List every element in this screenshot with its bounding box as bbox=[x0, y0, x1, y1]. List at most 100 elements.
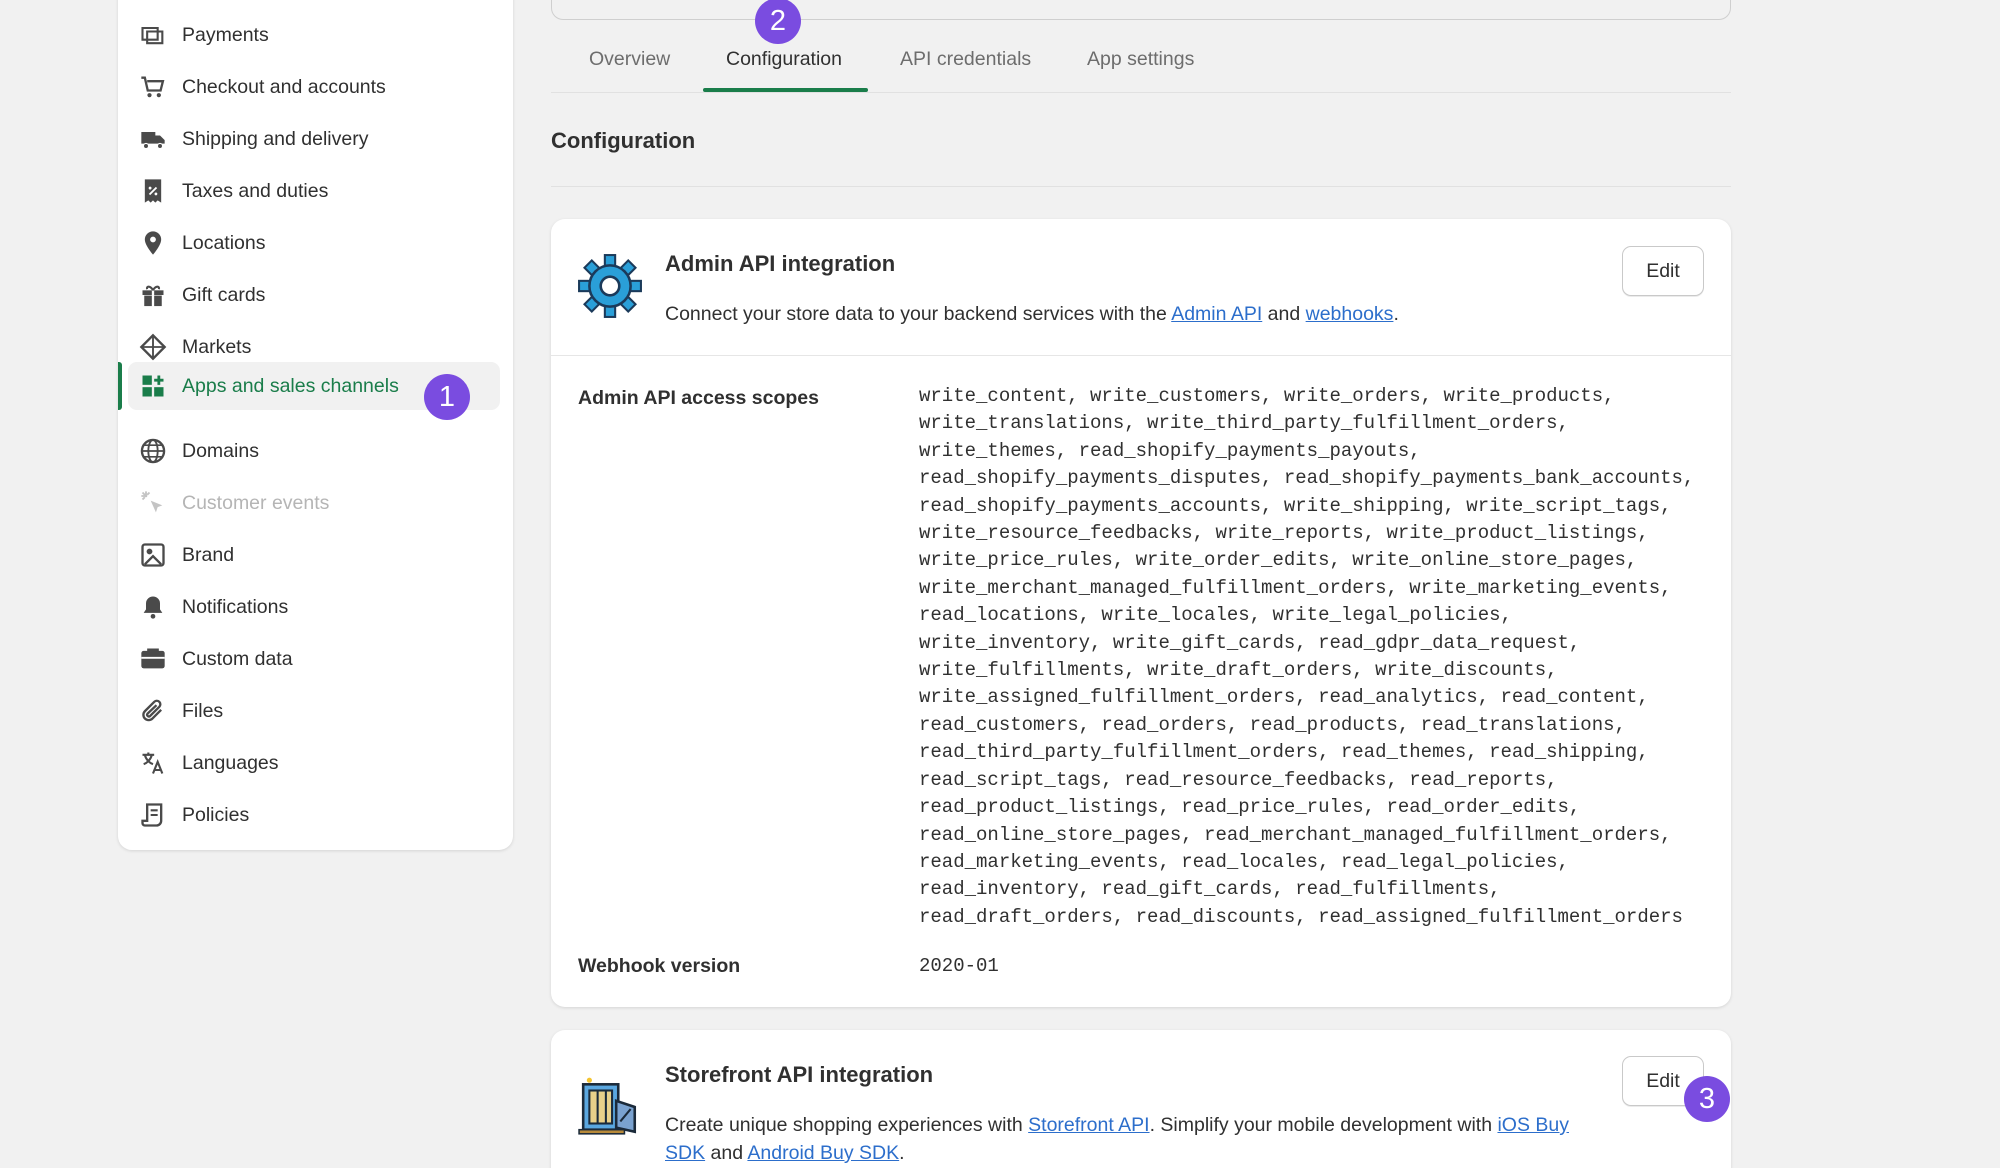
scope-line: read_shopify_payments_accounts, write_sh… bbox=[919, 494, 1672, 517]
scope-line: read_draft_orders, read_discounts, read_… bbox=[919, 905, 1683, 928]
payments-icon bbox=[138, 20, 168, 50]
truck-icon bbox=[138, 124, 168, 154]
scope-line: write_themes, read_shopify_payments_payo… bbox=[919, 439, 1421, 462]
sidebar-item-label: Files bbox=[182, 699, 224, 722]
active-indicator bbox=[118, 362, 122, 410]
step-badge-1: 1 bbox=[424, 374, 470, 420]
sidebar-item-checkout[interactable]: Checkout and accounts bbox=[128, 63, 500, 111]
sidebar-item-files[interactable]: Files bbox=[128, 687, 500, 735]
card-title: Storefront API integration bbox=[665, 1062, 934, 1087]
scope-line: write_assigned_fulfillment_orders, read_… bbox=[919, 686, 1649, 709]
access-scopes-label: Admin API access scopes bbox=[578, 387, 819, 409]
scope-line: read_third_party_fulfillment_orders, rea… bbox=[919, 741, 1649, 764]
sidebar-item-payments[interactable]: Payments bbox=[128, 11, 500, 59]
sidebar-item-customer-events[interactable]: Customer events bbox=[128, 479, 500, 527]
scope-line: read_inventory, read_gift_cards, read_fu… bbox=[919, 878, 1501, 901]
policy-scroll-icon bbox=[138, 800, 168, 830]
access-scopes-list: write_content, write_customers, write_or… bbox=[919, 383, 1719, 931]
tab-api-credentials[interactable]: API credentials bbox=[900, 48, 1031, 71]
card-title: Admin API integration bbox=[665, 251, 896, 276]
sidebar-item-label: Custom data bbox=[182, 647, 293, 670]
sidebar-item-policies[interactable]: Policies bbox=[128, 791, 500, 839]
scope-line: read_customers, read_orders, read_produc… bbox=[919, 713, 1626, 736]
sidebar-item-custom-data[interactable]: Custom data bbox=[128, 635, 500, 683]
desc-text: and bbox=[705, 1142, 748, 1164]
sidebar-item-gift-cards[interactable]: Gift cards bbox=[128, 271, 500, 319]
cart-icon bbox=[138, 72, 168, 102]
sidebar-item-label: Markets bbox=[182, 335, 252, 358]
card-description: Connect your store data to your backend … bbox=[665, 300, 1399, 328]
scope-line: read_marketing_events, read_locales, rea… bbox=[919, 850, 1569, 873]
scope-line: read_script_tags, read_resource_feedback… bbox=[919, 768, 1558, 791]
scope-line: write_price_rules, write_order_edits, wr… bbox=[919, 549, 1638, 572]
tab-configuration[interactable]: Configuration bbox=[726, 48, 842, 71]
scope-line: read_product_listings, read_price_rules,… bbox=[919, 796, 1581, 819]
translate-icon bbox=[138, 748, 168, 778]
bell-icon bbox=[138, 592, 168, 622]
sidebar-item-taxes[interactable]: Taxes and duties bbox=[128, 167, 500, 215]
settings-sidebar: Payments Checkout and accounts Shipping … bbox=[118, 0, 513, 850]
receipt-percent-icon bbox=[138, 176, 168, 206]
scope-line: write_fulfillments, write_draft_orders, … bbox=[919, 659, 1558, 682]
sidebar-item-label: Notifications bbox=[182, 595, 289, 618]
webhook-version-label: Webhook version bbox=[578, 955, 741, 977]
globe-markets-icon bbox=[138, 332, 168, 362]
storefront-api-card: Storefront API integration Create unique… bbox=[551, 1030, 1731, 1168]
section-title: Configuration bbox=[551, 128, 696, 153]
sidebar-item-languages[interactable]: Languages bbox=[128, 739, 500, 787]
brand-icon bbox=[138, 540, 168, 570]
scope-line: write_resource_feedbacks, write_reports,… bbox=[919, 522, 1649, 545]
scope-line: write_inventory, write_gift_cards, read_… bbox=[919, 631, 1581, 654]
sidebar-item-label: Policies bbox=[182, 803, 250, 826]
desc-text: and bbox=[1262, 303, 1306, 325]
scope-line: write_merchant_managed_fulfillment_order… bbox=[919, 576, 1672, 599]
scope-line: read_online_store_pages, read_merchant_m… bbox=[919, 823, 1672, 846]
admin-api-card: Admin API integration Connect your store… bbox=[551, 219, 1731, 1007]
apps-icon bbox=[138, 371, 168, 401]
paperclip-icon bbox=[138, 696, 168, 726]
sidebar-item-label: Payments bbox=[182, 23, 269, 46]
desc-text: . Simplify your mobile development with bbox=[1149, 1114, 1498, 1136]
sidebar-item-label: Apps and sales channels bbox=[182, 374, 399, 397]
card-description: Create unique shopping experiences with … bbox=[665, 1111, 1585, 1167]
tab-app-settings[interactable]: App settings bbox=[1087, 48, 1194, 71]
sidebar-item-notifications[interactable]: Notifications bbox=[128, 583, 500, 631]
sidebar-item-locations[interactable]: Locations bbox=[128, 219, 500, 267]
tab-bar: Overview Configuration API credentials A… bbox=[551, 30, 1731, 93]
tab-overview[interactable]: Overview bbox=[589, 48, 670, 71]
database-icon bbox=[138, 644, 168, 674]
gear-icon bbox=[578, 254, 642, 318]
location-pin-icon bbox=[138, 228, 168, 258]
storefront-api-link[interactable]: Storefront API bbox=[1028, 1114, 1149, 1136]
sidebar-item-label: Brand bbox=[182, 543, 235, 566]
sidebar-item-label: Taxes and duties bbox=[182, 179, 329, 202]
desc-text: Connect your store data to your backend … bbox=[665, 303, 1172, 325]
globe-icon bbox=[138, 436, 168, 466]
desc-text: . bbox=[1393, 303, 1399, 325]
webhooks-link[interactable]: webhooks bbox=[1306, 303, 1394, 325]
desc-text: Create unique shopping experiences with bbox=[665, 1114, 1029, 1136]
sidebar-item-shipping[interactable]: Shipping and delivery bbox=[128, 115, 500, 163]
active-tab-indicator bbox=[703, 88, 868, 92]
section-divider bbox=[551, 186, 1731, 187]
sidebar-item-label: Gift cards bbox=[182, 283, 266, 306]
sidebar-item-label: Customer events bbox=[182, 491, 330, 514]
sidebar-item-domains[interactable]: Domains bbox=[128, 427, 500, 475]
desc-text: . bbox=[899, 1142, 905, 1164]
step-badge-3: 3 bbox=[1684, 1076, 1730, 1122]
scope-line: read_shopify_payments_disputes, read_sho… bbox=[919, 467, 1695, 490]
admin-edit-button[interactable]: Edit bbox=[1622, 246, 1704, 296]
admin-api-link[interactable]: Admin API bbox=[1171, 303, 1262, 325]
top-card-edge bbox=[551, 0, 1731, 20]
sidebar-item-label: Locations bbox=[182, 231, 266, 254]
sidebar-item-label: Checkout and accounts bbox=[182, 75, 386, 98]
storefront-icon bbox=[578, 1077, 637, 1135]
scope-line: write_translations, write_third_party_fu… bbox=[919, 412, 1569, 435]
android-buy-sdk-link[interactable]: Android Buy SDK bbox=[747, 1142, 899, 1164]
sidebar-item-brand[interactable]: Brand bbox=[128, 531, 500, 579]
scope-line: read_locations, write_locales, write_leg… bbox=[919, 604, 1512, 627]
webhook-version-value: 2020-01 bbox=[919, 955, 999, 977]
gift-icon bbox=[138, 280, 168, 310]
card-divider bbox=[551, 355, 1731, 356]
sidebar-item-label: Domains bbox=[182, 439, 259, 462]
